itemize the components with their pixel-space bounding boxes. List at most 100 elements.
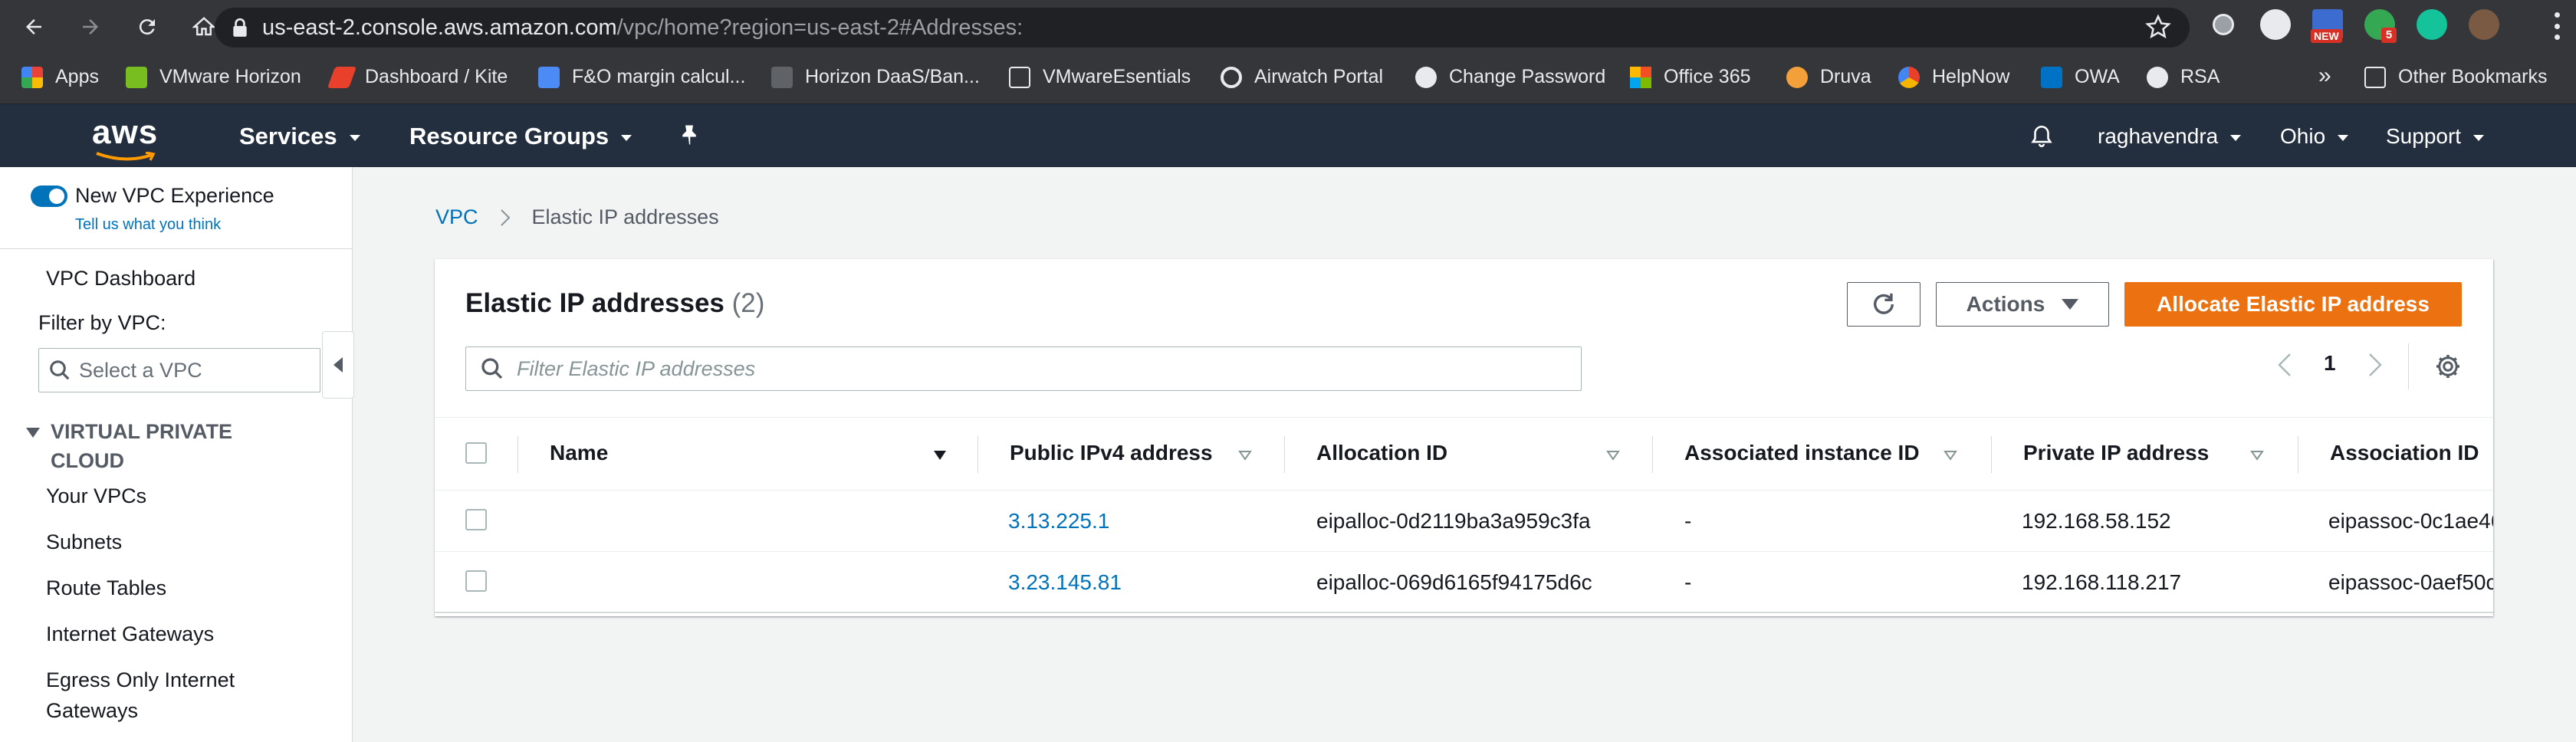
bookmark-vmware-horizon[interactable]: VMware Horizon — [126, 66, 301, 88]
region-menu[interactable]: Ohio — [2280, 124, 2349, 149]
extension-disc-icon[interactable] — [2260, 9, 2291, 40]
previous-page-icon[interactable] — [2278, 353, 2292, 377]
doc-icon — [538, 66, 560, 88]
current-page[interactable]: 1 — [2324, 351, 2336, 376]
column-header-public-ipv4[interactable]: Public IPv4 address — [1010, 441, 1213, 465]
bookmark-other[interactable]: Other Bookmarks — [2364, 66, 2548, 88]
allocate-elastic-ip-button[interactable]: Allocate Elastic IP address — [2124, 282, 2462, 327]
extension-new-icon[interactable]: NEW — [2311, 9, 2343, 43]
grammarly-icon[interactable] — [2417, 9, 2447, 40]
aws-logo[interactable]: aws — [92, 113, 158, 161]
sidebar-item-route-tables[interactable]: Route Tables — [46, 576, 166, 600]
profile-avatar[interactable] — [2469, 9, 2499, 40]
bookmark-airwatch[interactable]: Airwatch Portal — [1221, 66, 1383, 88]
pager-divider — [2408, 343, 2409, 389]
bookmark-helpnow[interactable]: HelpNow — [1898, 66, 2009, 88]
breadcrumb-vpc-link[interactable]: VPC — [435, 205, 478, 229]
table-row[interactable]: 3.13.225.1 eipalloc-0d2119ba3a959c3fa - … — [435, 491, 2493, 552]
airwatch-icon — [1221, 66, 1242, 88]
notifications-bell-icon[interactable] — [2029, 123, 2055, 150]
sort-icon[interactable] — [1944, 450, 1957, 461]
bookmarks-bar: Apps VMware Horizon Dashboard / Kite F&O… — [0, 54, 2576, 104]
bookmarks-overflow[interactable]: » — [2318, 63, 2331, 89]
bookmark-star-icon[interactable] — [2145, 14, 2171, 40]
vpc-filter-select[interactable]: Select a VPC — [38, 348, 320, 392]
pin-icon[interactable] — [678, 123, 701, 147]
bookmark-apps[interactable]: Apps — [21, 66, 99, 88]
gear-icon[interactable] — [2434, 353, 2462, 380]
sort-icon[interactable] — [2250, 450, 2264, 461]
account-menu[interactable]: raghavendra — [2098, 124, 2242, 149]
sort-desc-icon[interactable] — [933, 450, 947, 461]
column-header-name[interactable]: Name — [550, 441, 608, 465]
support-menu[interactable]: Support — [2386, 124, 2485, 149]
forward-icon[interactable] — [75, 11, 106, 42]
actions-button[interactable]: Actions — [1936, 282, 2109, 327]
column-header-associated-instance[interactable]: Associated instance ID — [1684, 441, 1920, 465]
globe-icon — [1415, 66, 1437, 88]
outlook-icon — [2041, 66, 2062, 88]
sort-icon[interactable] — [1606, 450, 1620, 461]
vpc-sidebar: New VPC Experience Tell us what you thin… — [0, 167, 354, 742]
back-icon[interactable] — [18, 11, 49, 42]
apps-grid-icon — [21, 66, 43, 88]
chevron-down-icon — [2473, 134, 2485, 141]
office-icon — [1630, 66, 1651, 88]
filter-input[interactable]: Filter Elastic IP addresses — [465, 346, 1582, 391]
sidebar-item-egress-only-line1[interactable]: Egress Only Internet — [46, 668, 235, 692]
folder-icon — [2364, 66, 2386, 88]
breadcrumb: VPC Elastic IP addresses — [435, 205, 719, 229]
bookmark-change-password[interactable]: Change Password — [1415, 66, 1605, 88]
bookmark-druva[interactable]: Druva — [1786, 66, 1871, 88]
druva-icon — [1786, 66, 1808, 88]
sidebar-item-internet-gateways[interactable]: Internet Gateways — [46, 622, 214, 646]
sidebar-item-egress-only-line2[interactable]: Gateways — [46, 699, 138, 723]
kite-icon — [327, 66, 357, 88]
bookmark-fo-margin[interactable]: F&O margin calcul... — [538, 66, 745, 88]
bookmark-vmwareesentials[interactable]: VMwareEsentials — [1009, 66, 1191, 88]
next-page-icon[interactable] — [2368, 353, 2382, 377]
sidebar-item-your-vpcs[interactable]: Your VPCs — [46, 484, 146, 508]
new-experience-toggle[interactable] — [31, 186, 67, 207]
globe-icon — [2147, 66, 2168, 88]
sort-icon[interactable] — [1238, 450, 1252, 461]
refresh-button[interactable] — [1847, 282, 1921, 327]
cell-association-id: eipassoc-0aef50c — [2328, 570, 2493, 594]
resource-groups-menu[interactable]: Resource Groups — [409, 123, 632, 150]
cell-private-ip: 192.168.58.152 — [2022, 509, 2171, 533]
column-header-association-id[interactable]: Association ID — [2330, 441, 2479, 465]
bookmark-owa[interactable]: OWA — [2041, 66, 2120, 88]
item-count: (2) — [731, 288, 765, 318]
reload-icon[interactable] — [132, 11, 163, 42]
select-all-checkbox[interactable] — [465, 442, 487, 464]
row-checkbox[interactable] — [465, 570, 487, 592]
page-title: Elastic IP addresses (2) — [465, 288, 765, 318]
cell-public-ip-link[interactable]: 3.13.225.1 — [1008, 509, 1109, 534]
caret-down-icon — [2062, 299, 2079, 310]
sidebar-item-subnets[interactable]: Subnets — [46, 530, 122, 554]
caret-left-icon — [334, 357, 343, 373]
feedback-link[interactable]: Tell us what you think — [75, 216, 221, 234]
bookmark-horizon-daas[interactable]: Horizon DaaS/Ban... — [771, 66, 980, 88]
refresh-icon — [1873, 293, 1894, 314]
bookmark-rsa[interactable]: RSA — [2147, 66, 2220, 88]
browser-menu-icon[interactable] — [2555, 12, 2561, 40]
services-menu[interactable]: Services — [239, 123, 360, 150]
lock-icon — [233, 18, 247, 37]
column-header-private-ip[interactable]: Private IP address — [2023, 441, 2209, 465]
section-virtual-private-cloud[interactable]: VIRTUAL PRIVATE CLOUD — [26, 417, 232, 475]
cell-allocation-id: eipalloc-069d6165f94175d6c — [1316, 570, 1592, 594]
collapse-sidebar-button[interactable] — [322, 331, 354, 399]
address-bar[interactable]: us-east-2.console.aws.amazon.com/vpc/hom… — [215, 8, 2190, 48]
sidebar-item-vpc-dashboard[interactable]: VPC Dashboard — [46, 267, 196, 291]
new-experience-label: New VPC Experience — [75, 184, 274, 207]
cell-public-ip-link[interactable]: 3.23.145.81 — [1008, 570, 1122, 595]
table-row[interactable]: 3.23.145.81 eipalloc-069d6165f94175d6c -… — [435, 552, 2493, 613]
row-checkbox[interactable] — [465, 509, 487, 530]
chevron-down-icon — [2230, 134, 2242, 141]
bookmark-office-365[interactable]: Office 365 — [1630, 66, 1751, 88]
extension-count-icon[interactable]: 5 — [2364, 9, 2397, 43]
bookmark-dashboard-kite[interactable]: Dashboard / Kite — [327, 66, 508, 88]
extension-circle-icon[interactable] — [2208, 9, 2239, 40]
column-header-allocation-id[interactable]: Allocation ID — [1316, 441, 1447, 465]
